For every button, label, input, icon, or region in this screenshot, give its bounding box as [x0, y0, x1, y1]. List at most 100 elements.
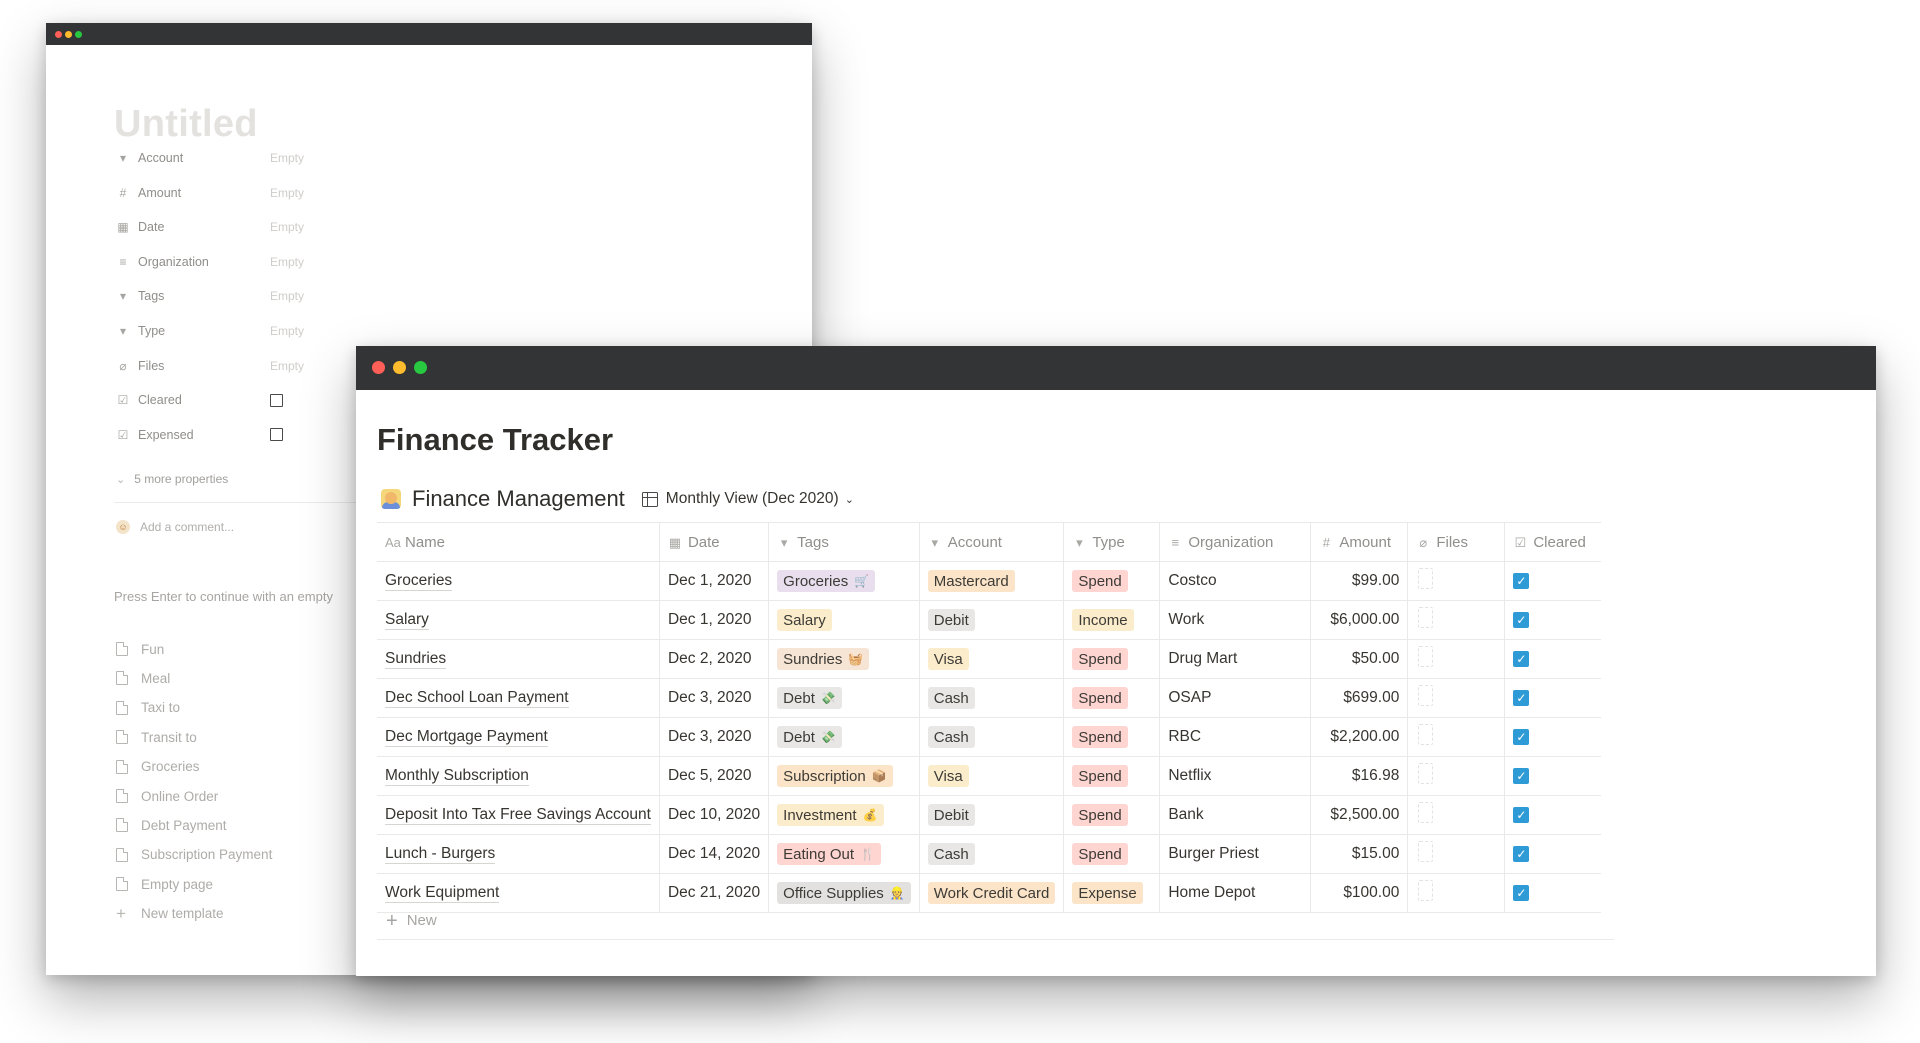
- template-title[interactable]: Untitled: [114, 103, 258, 146]
- files-cell[interactable]: [1407, 639, 1506, 679]
- table-row[interactable]: Lunch - Burgers Dec 14, 2020 Eating Out 🍴 Ca…: [377, 834, 1601, 874]
- template-item[interactable]: Meal: [116, 668, 170, 688]
- property-value[interactable]: Empty: [270, 151, 304, 165]
- tags-cell[interactable]: Salary: [768, 600, 920, 640]
- checkbox-checked-icon[interactable]: ✓: [1513, 885, 1530, 901]
- template-item[interactable]: Debt Payment: [116, 815, 227, 835]
- amount-cell[interactable]: $2,500.00: [1310, 795, 1409, 835]
- close-window-button[interactable]: [372, 361, 385, 374]
- date-cell[interactable]: Dec 1, 2020: [659, 561, 770, 601]
- minimize-window-button[interactable]: [65, 31, 72, 38]
- table-row[interactable]: Monthly Subscription Dec 5, 2020 Subscript…: [377, 756, 1601, 796]
- table-row[interactable]: Sundries Dec 2, 2020 Sundries 🧺 Visa Spend Dru…: [377, 639, 1601, 679]
- view-selector[interactable]: Monthly View (Dec 2020) ⌄: [641, 490, 854, 508]
- date-cell[interactable]: Dec 3, 2020: [659, 717, 770, 757]
- tags-cell[interactable]: Investment 💰: [768, 795, 920, 835]
- property-row[interactable]: ☑ Expensed: [116, 424, 336, 446]
- amount-cell[interactable]: $699.00: [1310, 678, 1409, 718]
- type-cell[interactable]: Spend: [1063, 561, 1161, 601]
- property-value[interactable]: Empty: [270, 186, 304, 200]
- files-cell[interactable]: [1407, 561, 1506, 601]
- checkbox-checked-icon[interactable]: ✓: [1513, 651, 1530, 667]
- date-cell[interactable]: Dec 5, 2020: [659, 756, 770, 796]
- row-name[interactable]: Lunch - Burgers: [385, 845, 496, 864]
- organization-cell[interactable]: Bank: [1159, 795, 1312, 835]
- property-row[interactable]: ⌀ Files Empty: [116, 355, 336, 377]
- name-cell[interactable]: Dec School Loan Payment: [377, 678, 660, 718]
- organization-cell[interactable]: RBC: [1159, 717, 1312, 757]
- cleared-cell[interactable]: ✓: [1504, 600, 1601, 640]
- date-cell[interactable]: Dec 14, 2020: [659, 834, 770, 874]
- type-cell[interactable]: Spend: [1063, 639, 1161, 679]
- checkbox-checked-icon[interactable]: ✓: [1513, 729, 1530, 745]
- row-name[interactable]: Monthly Subscription: [385, 767, 529, 786]
- maximize-window-button[interactable]: [75, 31, 82, 38]
- date-cell[interactable]: Dec 2, 2020: [659, 639, 770, 679]
- cleared-cell[interactable]: ✓: [1504, 795, 1601, 835]
- tags-cell[interactable]: Eating Out 🍴: [768, 834, 920, 874]
- comment-input[interactable]: ☺ Add a comment...: [116, 520, 234, 534]
- template-item[interactable]: Transit to: [116, 727, 197, 747]
- close-window-button[interactable]: [55, 31, 62, 38]
- tags-cell[interactable]: Groceries 🛒: [768, 561, 920, 601]
- checkbox-checked-icon[interactable]: ✓: [1513, 612, 1530, 628]
- column-header-name[interactable]: Aa Name: [377, 522, 660, 562]
- property-value[interactable]: Empty: [270, 289, 304, 303]
- amount-cell[interactable]: $50.00: [1310, 639, 1409, 679]
- date-cell[interactable]: Dec 3, 2020: [659, 678, 770, 718]
- account-cell[interactable]: Cash: [919, 834, 1065, 874]
- table-row[interactable]: Salary Dec 1, 2020 Salary Debit Income Work $6…: [377, 600, 1601, 640]
- tags-cell[interactable]: Subscription 📦: [768, 756, 920, 796]
- row-name[interactable]: Salary: [385, 611, 429, 630]
- column-header-type[interactable]: ▾ Type: [1063, 522, 1161, 562]
- organization-cell[interactable]: Burger Priest: [1159, 834, 1312, 874]
- property-row[interactable]: ☑ Cleared: [116, 389, 336, 411]
- files-cell[interactable]: [1407, 756, 1506, 796]
- amount-cell[interactable]: $2,200.00: [1310, 717, 1409, 757]
- row-name[interactable]: Sundries: [385, 650, 447, 669]
- amount-cell[interactable]: $99.00: [1310, 561, 1409, 601]
- maximize-window-button[interactable]: [414, 361, 427, 374]
- checkbox-checked-icon[interactable]: ✓: [1513, 807, 1530, 823]
- template-item[interactable]: Subscription Payment: [116, 845, 272, 865]
- template-item[interactable]: Empty page: [116, 874, 213, 894]
- cleared-cell[interactable]: ✓: [1504, 756, 1601, 796]
- tags-cell[interactable]: Debt 💸: [768, 717, 920, 757]
- column-header-account[interactable]: ▾ Account: [919, 522, 1065, 562]
- property-value[interactable]: Empty: [270, 220, 304, 234]
- files-cell[interactable]: [1407, 717, 1506, 757]
- property-row[interactable]: ▾ Type Empty: [116, 320, 336, 342]
- cleared-cell[interactable]: ✓: [1504, 834, 1601, 874]
- name-cell[interactable]: Lunch - Burgers: [377, 834, 660, 874]
- tags-cell[interactable]: Debt 💸: [768, 678, 920, 718]
- property-row[interactable]: # Amount Empty: [116, 182, 336, 204]
- row-name[interactable]: Groceries: [385, 572, 453, 591]
- type-cell[interactable]: Spend: [1063, 834, 1161, 874]
- table-row[interactable]: Dec School Loan Payment Dec 3, 2020 Debt 💸 C…: [377, 678, 1601, 718]
- cleared-cell[interactable]: ✓: [1504, 561, 1601, 601]
- property-row[interactable]: ≡ Organization Empty: [116, 251, 336, 273]
- type-cell[interactable]: Spend: [1063, 756, 1161, 796]
- property-checkbox[interactable]: [270, 393, 283, 407]
- property-row[interactable]: ▾ Tags Empty: [116, 285, 336, 307]
- checkbox-checked-icon[interactable]: ✓: [1513, 690, 1530, 706]
- cleared-cell[interactable]: ✓: [1504, 678, 1601, 718]
- row-name[interactable]: Work Equipment: [385, 884, 500, 903]
- table-row[interactable]: Deposit Into Tax Free Savings Account Dec…: [377, 795, 1601, 835]
- template-item[interactable]: Taxi to: [116, 698, 180, 718]
- amount-cell[interactable]: $16.98: [1310, 756, 1409, 796]
- property-checkbox[interactable]: [270, 428, 283, 442]
- type-cell[interactable]: Spend: [1063, 678, 1161, 718]
- tags-cell[interactable]: Sundries 🧺: [768, 639, 920, 679]
- new-template-button[interactable]: + New template: [116, 904, 224, 924]
- template-item[interactable]: Groceries: [116, 757, 200, 777]
- date-cell[interactable]: Dec 10, 2020: [659, 795, 770, 835]
- new-row-button[interactable]: + New: [377, 902, 1614, 940]
- name-cell[interactable]: Salary: [377, 600, 660, 640]
- template-item[interactable]: Online Order: [116, 786, 218, 806]
- checkbox-checked-icon[interactable]: ✓: [1513, 768, 1530, 784]
- property-row[interactable]: ▦ Date Empty: [116, 216, 336, 238]
- template-item[interactable]: Fun: [116, 639, 164, 659]
- property-value[interactable]: Empty: [270, 359, 304, 373]
- organization-cell[interactable]: Work: [1159, 600, 1312, 640]
